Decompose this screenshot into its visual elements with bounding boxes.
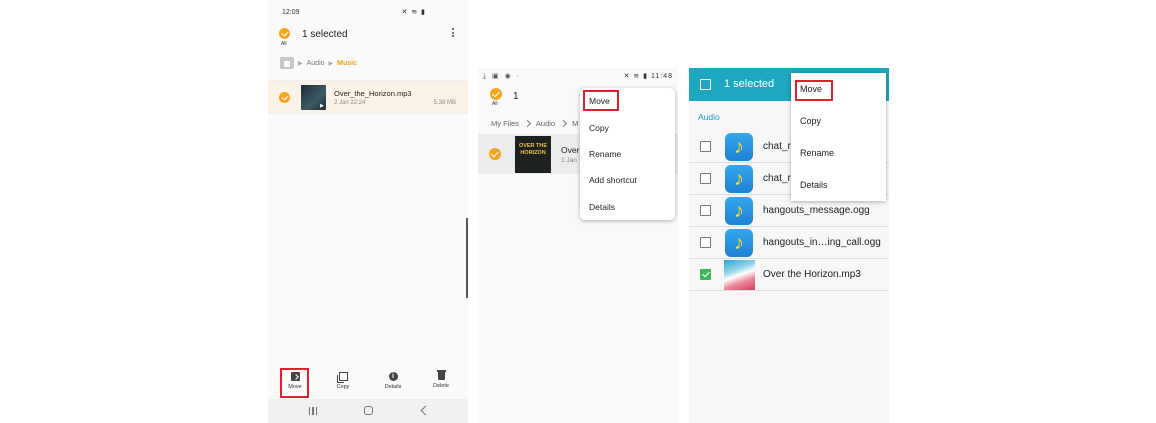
section-header: Audio bbox=[698, 112, 720, 122]
file-name: Over_the_Horizon.mp3 bbox=[334, 89, 412, 98]
file-date: 1 Jan bbox=[561, 157, 577, 164]
home-icon[interactable] bbox=[364, 406, 373, 415]
status-bar: ⤓ ▣ ◉ · ✕ ≋ ▮ 11:48 bbox=[478, 68, 678, 86]
menu-item-details[interactable]: Details bbox=[589, 202, 615, 212]
breadcrumb-music[interactable]: M bbox=[572, 119, 578, 128]
album-art-text: OVER THE HORIZON bbox=[518, 143, 548, 156]
status-notification-icons: ⤓ ▣ ◉ · bbox=[483, 73, 521, 80]
menu-item-copy[interactable]: Copy bbox=[589, 123, 609, 133]
item-checkbox[interactable] bbox=[700, 237, 711, 248]
details-label: Details bbox=[384, 384, 402, 390]
list-item[interactable]: Over_the_Horizon.mp3 2 Jan 22:24 5.38 MB bbox=[268, 80, 468, 114]
delete-button[interactable]: Delete bbox=[426, 370, 456, 396]
file-name: chat_r bbox=[763, 141, 791, 152]
chevron-right-icon: ▶ bbox=[298, 60, 303, 67]
context-menu: Move Copy Rename Details bbox=[791, 73, 886, 201]
item-checkbox[interactable] bbox=[700, 173, 711, 184]
move-highlight-box bbox=[795, 80, 833, 101]
status-bar: 12:09 ✕ ≋ ▮ bbox=[268, 0, 468, 22]
context-menu-panel: ⤓ ▣ ◉ · ✕ ≋ ▮ 11:48 All 1 My Files Audio… bbox=[478, 68, 678, 423]
system-navigation-bar bbox=[268, 399, 468, 423]
item-checkbox-checked[interactable] bbox=[700, 269, 711, 280]
file-name: Over bbox=[561, 145, 580, 155]
chevron-right-icon bbox=[523, 119, 531, 128]
file-name: hangouts_message.ogg bbox=[763, 205, 870, 216]
move-highlight-box bbox=[280, 368, 309, 398]
chevron-right-icon bbox=[560, 119, 568, 128]
back-icon[interactable] bbox=[420, 405, 431, 416]
selection-count: 1 bbox=[513, 91, 519, 102]
status-right: ✕ ≋ ▮ 11:48 bbox=[623, 73, 673, 80]
menu-item-rename[interactable]: Rename bbox=[800, 148, 834, 158]
breadcrumb-music[interactable]: Music bbox=[337, 60, 357, 67]
copy-icon bbox=[336, 372, 348, 383]
selection-title: 1 selected bbox=[724, 78, 775, 90]
home-folder-icon[interactable] bbox=[280, 57, 294, 69]
music-note-icon: ♪ bbox=[725, 165, 753, 193]
selection-title: 1 selected bbox=[302, 29, 348, 40]
file-name: chat_r bbox=[763, 173, 791, 184]
menu-item-details[interactable]: Details bbox=[800, 180, 828, 190]
copy-label: Copy bbox=[336, 384, 350, 390]
menu-item-rename[interactable]: Rename bbox=[589, 149, 621, 159]
file-name: hangouts_in…ing_call.ogg bbox=[763, 237, 881, 248]
audio-list-panel: 1 selected Audio ♪ chat_r ♪ chat_r ♪ han… bbox=[689, 68, 889, 423]
move-highlight-box bbox=[583, 90, 619, 111]
select-all-checkbox[interactable] bbox=[279, 28, 290, 39]
context-menu: Move Copy Rename Add shortcut Details bbox=[580, 88, 675, 220]
music-note-icon: ♪ bbox=[725, 197, 753, 225]
samsung-myfiles-panel: 12:09 ✕ ≋ ▮ All 1 selected ▶ Audio ▶ Mus… bbox=[268, 0, 468, 423]
video-thumbnail bbox=[724, 260, 755, 290]
status-time: 12:09 bbox=[282, 9, 300, 16]
select-all-label: All bbox=[492, 101, 498, 107]
list-item[interactable]: ♪ hangouts_in…ing_call.ogg bbox=[689, 227, 889, 259]
breadcrumb-audio[interactable]: Audio bbox=[536, 119, 555, 128]
file-name: Over the Horizon.mp3 bbox=[763, 269, 861, 280]
select-all-checkbox[interactable] bbox=[490, 88, 502, 100]
chevron-right-icon: ▶ bbox=[328, 60, 334, 67]
breadcrumb: My Files Audio M bbox=[491, 119, 578, 128]
music-note-icon: ♪ bbox=[725, 229, 753, 257]
item-checkbox[interactable] bbox=[279, 92, 290, 103]
item-checkbox[interactable] bbox=[700, 205, 711, 216]
album-art-thumbnail: OVER THE HORIZON bbox=[515, 136, 551, 173]
scrollbar[interactable] bbox=[466, 218, 468, 298]
item-checkbox[interactable] bbox=[700, 141, 711, 152]
item-checkbox[interactable] bbox=[489, 148, 501, 160]
file-size: 5.38 MB bbox=[433, 100, 456, 106]
copy-button[interactable]: Copy bbox=[328, 372, 358, 396]
delete-label: Delete bbox=[433, 383, 449, 389]
more-options-icon[interactable] bbox=[451, 28, 455, 40]
menu-item-add-shortcut[interactable]: Add shortcut bbox=[589, 175, 637, 185]
breadcrumb-my-files[interactable]: My Files bbox=[491, 119, 519, 128]
music-note-icon: ♪ bbox=[725, 133, 753, 161]
album-art-thumbnail bbox=[301, 85, 326, 110]
file-date: 2 Jan 22:24 bbox=[334, 100, 366, 106]
select-all-checkbox[interactable] bbox=[700, 79, 711, 90]
breadcrumb: ▶ Audio ▶ Music bbox=[280, 56, 357, 70]
recent-apps-icon[interactable] bbox=[309, 407, 317, 415]
info-icon: i bbox=[388, 372, 398, 381]
status-icons: ✕ ≋ ▮ bbox=[401, 9, 426, 16]
breadcrumb-audio[interactable]: Audio bbox=[307, 60, 325, 67]
menu-item-copy[interactable]: Copy bbox=[800, 116, 821, 126]
details-button[interactable]: i Details bbox=[378, 372, 408, 396]
trash-icon bbox=[436, 370, 446, 380]
list-item[interactable]: Over the Horizon.mp3 bbox=[689, 259, 889, 291]
select-all-label: All bbox=[281, 41, 287, 47]
